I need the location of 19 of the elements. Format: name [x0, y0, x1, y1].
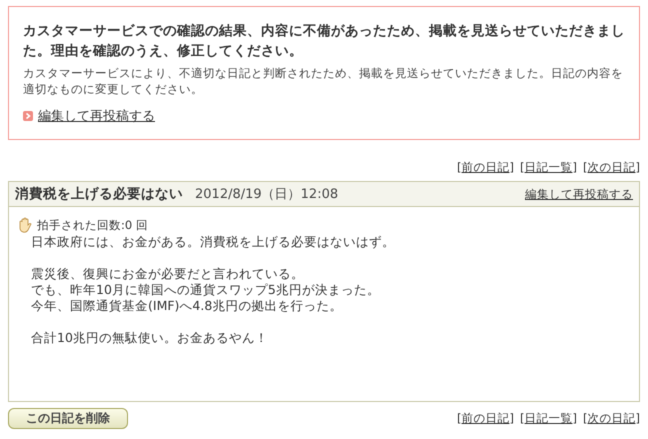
applause-count: 拍手された回数:0 回	[37, 218, 148, 233]
nav-link[interactable]: [前の日記]	[457, 160, 514, 175]
nav-link[interactable]: [日記一覧]	[520, 160, 577, 175]
entry-paragraph: 震災後、復興にお金が必要だと言われている。 でも、昨年10月に韓国への通貨スワップ5兆円が決まった。 今年、国際通貨基金(IMF)へ4.8兆円の拠出を行った。	[31, 266, 381, 314]
edit-repost-link[interactable]: 編集して再投稿する	[525, 186, 633, 202]
entry-paragraph: 日本政府には、お金がある。消費税を上げる必要はないはず。	[31, 234, 396, 250]
entry-title: 消費税を上げる必要はない	[15, 185, 183, 203]
nav-link[interactable]: [前の日記]	[457, 411, 514, 426]
alert-title: カスタマーサービスでの確認の結果、内容に不備があったため、掲載を見送らせていただきました。理由を確認のうえ、修正してください。	[23, 22, 625, 61]
entry-date: 2012/8/19（日）12:08	[195, 186, 338, 203]
edit-repost-link[interactable]: 編集して再投稿する	[38, 107, 155, 125]
clapping-hand-icon	[17, 217, 33, 234]
nav-link[interactable]: [次の日記]	[583, 160, 640, 175]
square-bullet-icon	[23, 111, 33, 121]
delete-diary-button[interactable]: この日記を削除	[8, 408, 128, 429]
alert-message: カスタマーサービスにより、不適切な日記と判断されたため、掲載を見送らせていただきました。日記の内容を適切なものに変更してください。	[23, 65, 624, 97]
entry-paragraph: 合計10兆円の無駄使い。お金あるやん！	[31, 330, 269, 346]
nav-link[interactable]: [日記一覧]	[520, 411, 577, 426]
nav-link[interactable]: [次の日記]	[583, 411, 640, 426]
